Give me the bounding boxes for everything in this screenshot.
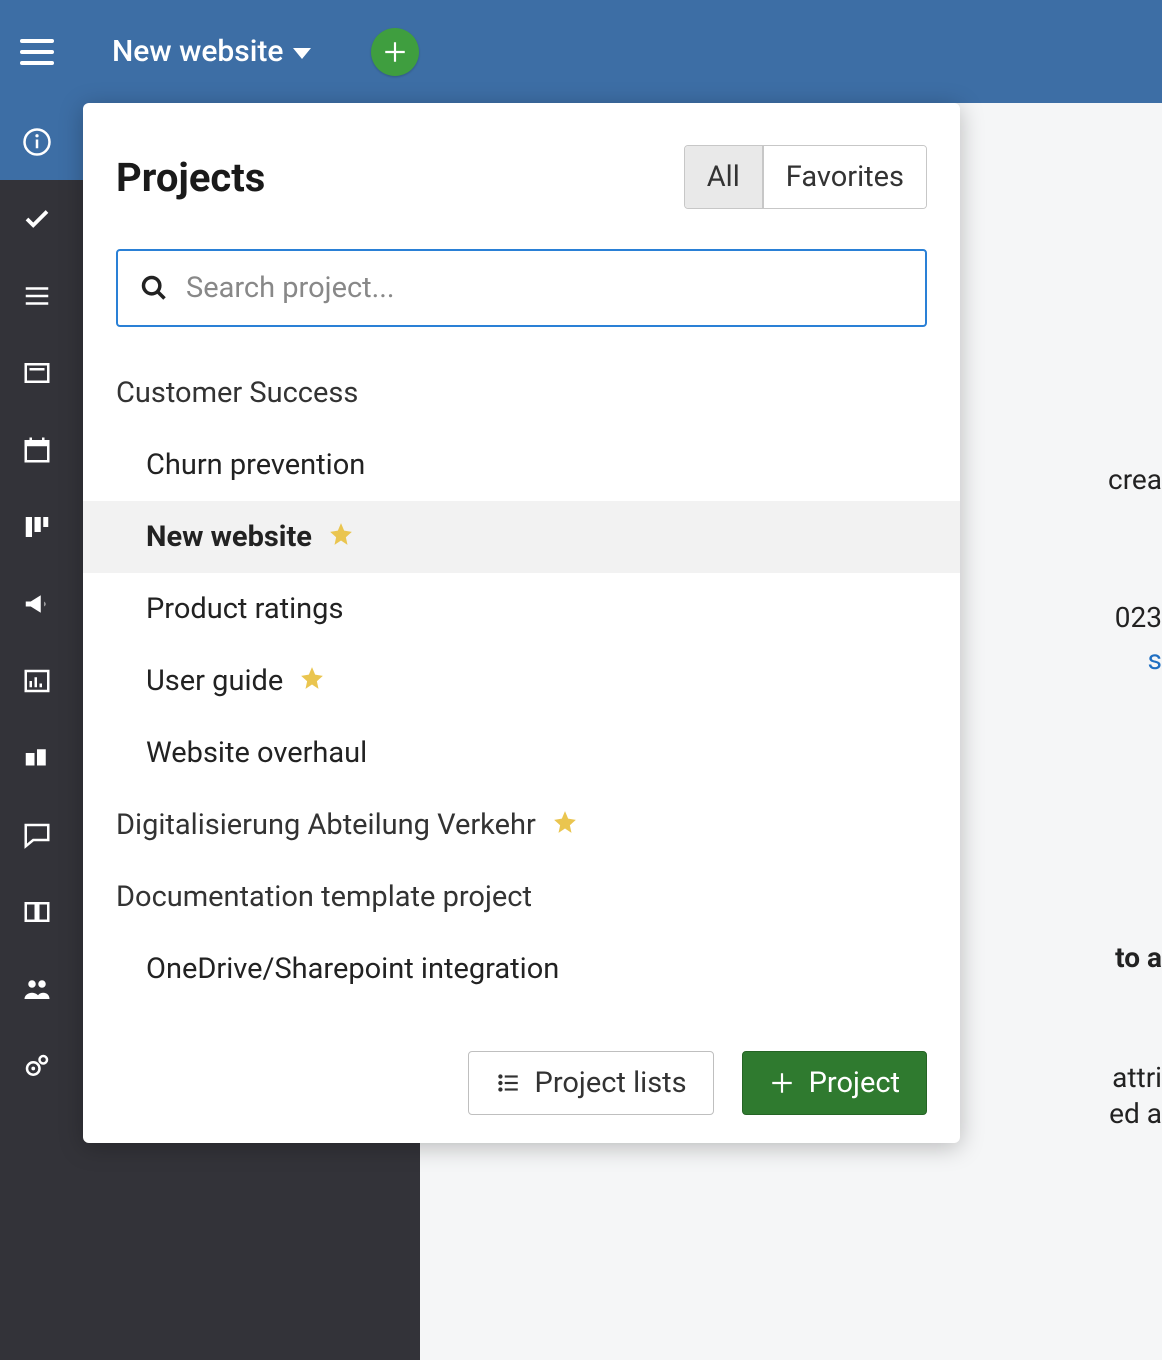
text-frag: ed a — [1109, 1097, 1162, 1130]
seg-all-button[interactable]: All — [685, 146, 763, 208]
search-wrapper — [116, 249, 927, 327]
project-group[interactable]: Documentation template project — [83, 861, 960, 933]
project-name: OneDrive/Sharepoint integration — [146, 952, 559, 986]
project-name: New website — [146, 520, 312, 554]
new-project-button[interactable]: Project — [742, 1051, 927, 1115]
text-frag: 023 — [1115, 601, 1162, 634]
search-icon — [140, 274, 168, 302]
project-selector[interactable]: New website — [112, 34, 311, 69]
project-list: Customer Success Churn prevention New we… — [83, 327, 960, 1031]
project-name: User guide — [146, 664, 283, 698]
group-name: Digitalisierung Abteilung Verkehr — [116, 808, 536, 842]
info-icon — [20, 127, 54, 157]
project-item[interactable]: User guide — [83, 645, 960, 717]
project-group[interactable]: Digitalisierung Abteilung Verkehr — [83, 789, 960, 861]
panel-title: Projects — [116, 154, 265, 201]
columns-icon — [20, 512, 54, 542]
list-icon — [495, 1070, 521, 1096]
project-item[interactable]: Website overhaul — [83, 717, 960, 789]
board-icon — [20, 358, 54, 388]
plus-icon — [382, 39, 408, 65]
people-icon — [20, 974, 54, 1004]
text-frag: s — [1148, 643, 1162, 676]
project-name: Product ratings — [146, 592, 343, 626]
group-name: Documentation template project — [116, 880, 532, 914]
star-icon — [299, 665, 325, 698]
project-selector-label: New website — [112, 34, 283, 69]
text-frag: attri — [1112, 1061, 1162, 1094]
text-frag: to a — [1115, 941, 1162, 974]
menu-icon[interactable] — [20, 39, 54, 65]
project-item[interactable]: OneDrive/Sharepoint integration — [83, 933, 960, 1005]
text-frag: crea — [1108, 463, 1162, 496]
star-icon — [552, 809, 578, 842]
button-label: Project lists — [535, 1066, 687, 1100]
budget-icon — [20, 743, 54, 773]
gear-icon — [20, 1051, 54, 1081]
search-input[interactable] — [186, 271, 903, 305]
project-name: Website overhaul — [146, 736, 367, 770]
caret-down-icon — [293, 48, 311, 59]
plus-icon — [769, 1070, 795, 1096]
project-item[interactable]: Churn prevention — [83, 429, 960, 501]
chat-icon — [20, 820, 54, 850]
book-icon — [20, 897, 54, 927]
calendar-icon — [20, 435, 54, 465]
star-icon — [328, 521, 354, 554]
button-label: Project — [809, 1066, 900, 1100]
project-name: Churn prevention — [146, 448, 365, 482]
seg-favorites-button[interactable]: Favorites — [763, 146, 926, 208]
chart-icon — [20, 666, 54, 696]
projects-dropdown: Projects All Favorites Customer Success … — [83, 103, 960, 1143]
filter-segment: All Favorites — [684, 145, 927, 209]
project-lists-button[interactable]: Project lists — [468, 1051, 714, 1115]
project-group[interactable]: Customer Success — [83, 357, 960, 429]
project-item[interactable]: New website — [83, 501, 960, 573]
list-icon — [20, 281, 54, 311]
bullhorn-icon — [20, 589, 54, 619]
add-button[interactable] — [371, 28, 419, 76]
group-name: Customer Success — [116, 376, 358, 410]
project-item[interactable]: Product ratings — [83, 573, 960, 645]
check-icon — [20, 204, 54, 234]
